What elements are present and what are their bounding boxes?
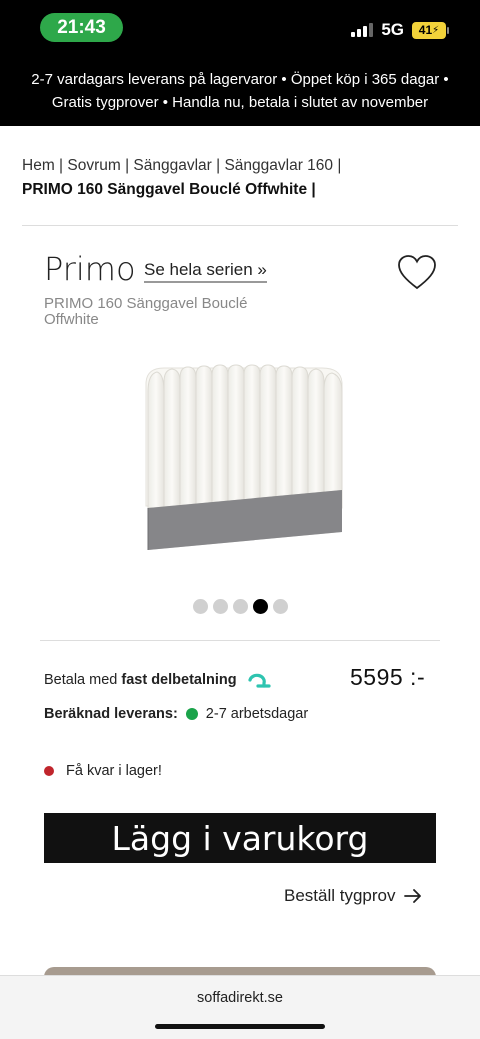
divider <box>40 640 440 641</box>
carousel-dot[interactable] <box>233 599 248 614</box>
payment-method[interactable]: fast delbetalning <box>121 672 236 688</box>
stock-text: Få kvar i lager! <box>66 763 162 779</box>
announcement-banner: 2-7 vardagars leverans på lagervaror • Ö… <box>0 68 480 114</box>
announcement-line-2: Gratis tygprover • Handla nu, betala i s… <box>51 94 429 111</box>
signal-icon <box>351 23 374 37</box>
arrow-right-icon <box>403 889 421 903</box>
add-to-cart-button[interactable]: Lägg i varukorg <box>44 813 436 863</box>
delivery-value: 2-7 arbetsdagar <box>205 706 309 722</box>
breadcrumb-current: PRIMO 160 Sänggavel Bouclé Offwhite | <box>22 181 316 198</box>
delivery-estimate: Beräknad leverans: 2-7 arbetsdagar <box>44 706 308 722</box>
image-carousel-dots <box>193 599 288 614</box>
divider <box>22 225 458 226</box>
announcement-line-1: 2-7 vardagars leverans på lagervaror • Ö… <box>31 71 449 88</box>
browser-bottom-bar <box>0 975 480 1039</box>
delivery-label: Beräknad leverans: <box>44 706 178 722</box>
order-sample-label: Beställ tygprov <box>284 886 396 905</box>
breadcrumb: Hem | Sovrum | Sänggavlar | Sänggavlar 1… <box>22 154 462 202</box>
carousel-dot[interactable] <box>193 599 208 614</box>
installment-logo-icon <box>248 673 271 688</box>
wishlist-heart-icon[interactable] <box>397 254 437 292</box>
product-image[interactable] <box>60 352 420 578</box>
headboard-illustration <box>145 364 343 550</box>
breadcrumb-path[interactable]: Hem | Sovrum | Sänggavlar | Sänggavlar 1… <box>22 154 462 178</box>
product-subtitle: PRIMO 160 Sänggavel Bouclé Offwhite <box>44 295 248 328</box>
status-time: 21:43 <box>40 13 123 42</box>
battery-level: 41 <box>418 23 433 37</box>
stock-status: Få kvar i lager! <box>44 763 162 779</box>
stock-status-dot <box>44 766 54 776</box>
payment-prefix: Betala med <box>44 672 122 688</box>
product-price: 5595 :- <box>350 664 426 690</box>
carousel-dot-active[interactable] <box>253 599 268 614</box>
product-brand: Primo <box>44 250 136 288</box>
browser-url[interactable]: soffadirekt.se <box>0 990 480 1006</box>
order-fabric-sample-link[interactable]: Beställ tygprov <box>284 886 422 906</box>
battery-icon: 41 ⚡ <box>412 21 449 39</box>
carousel-dot[interactable] <box>273 599 288 614</box>
delivery-status-dot <box>185 708 198 720</box>
top-bar: 21:43 5G 41 ⚡ 2-7 vardagars leverans på l… <box>0 0 480 126</box>
network-label: 5G <box>381 20 404 39</box>
status-icons: 5G 41 ⚡ <box>351 20 449 40</box>
payment-info: Betala med fast delbetalning <box>44 672 237 688</box>
home-indicator[interactable] <box>155 1024 325 1029</box>
carousel-dot[interactable] <box>213 599 228 614</box>
see-series-link[interactable]: Se hela serien » <box>144 260 267 283</box>
